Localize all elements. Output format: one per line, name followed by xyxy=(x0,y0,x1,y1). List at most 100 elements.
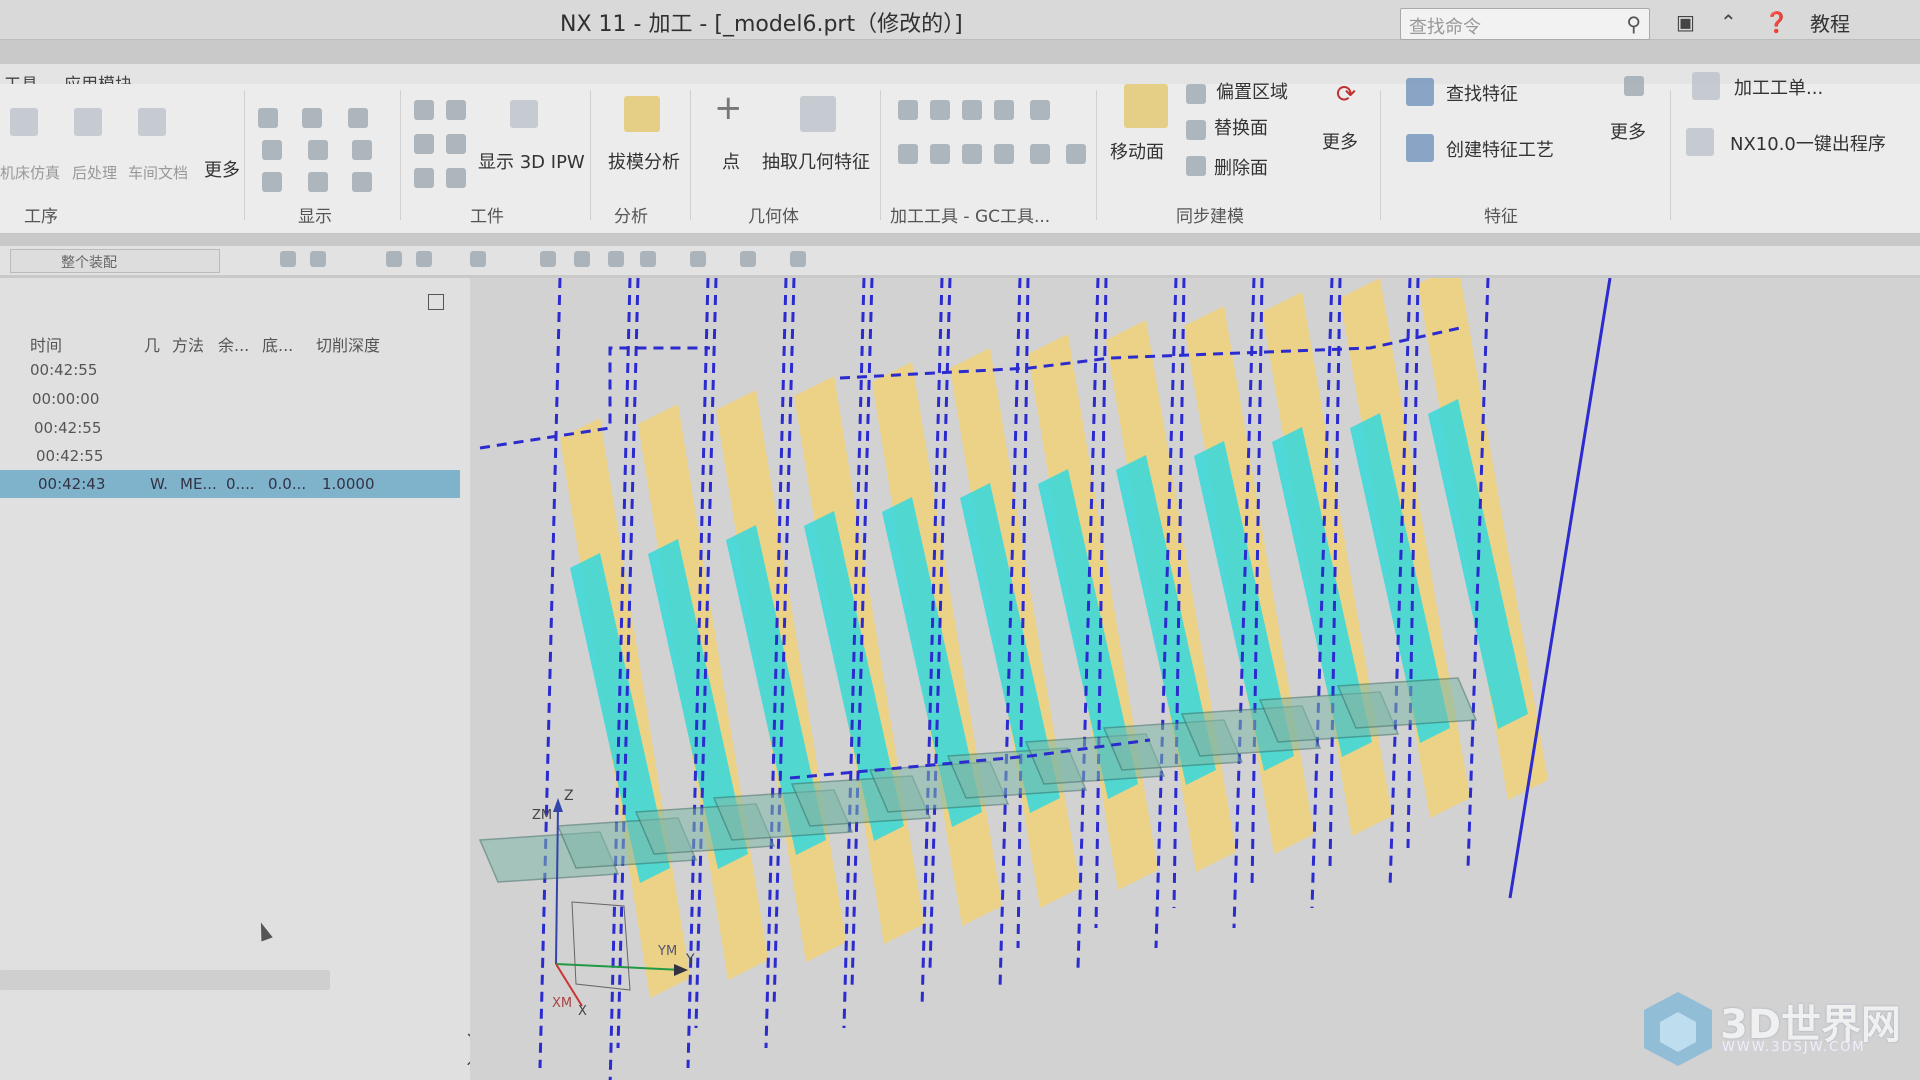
snap-icon-3[interactable] xyxy=(386,251,402,267)
display-icon-7[interactable] xyxy=(262,172,282,192)
snap-icon-2[interactable] xyxy=(310,251,326,267)
gc-icon-2[interactable] xyxy=(930,100,950,120)
circle-icon[interactable] xyxy=(308,172,328,192)
col-method[interactable]: 方法 xyxy=(172,332,204,356)
nx10-program-icon xyxy=(1686,128,1714,156)
move-face-icon[interactable] xyxy=(1124,84,1168,128)
row-time: 00:42:43 xyxy=(38,475,106,493)
group-feature: 特征 xyxy=(1484,207,1518,227)
display-icon-1[interactable] xyxy=(258,108,278,128)
table-row[interactable]: 00:42:55 xyxy=(0,442,460,470)
table-row[interactable]: 00:00:00 xyxy=(0,385,460,413)
gc-icon-7[interactable] xyxy=(930,144,950,164)
horizontal-scrollbar[interactable] xyxy=(0,970,330,990)
create-feature-process-button[interactable]: 创建特征工艺 xyxy=(1446,136,1554,162)
machining-sheet-icon xyxy=(1692,72,1720,100)
ipw-icon[interactable] xyxy=(510,100,538,128)
workpiece-icon-5[interactable] xyxy=(414,168,434,188)
row-time: 00:42:55 xyxy=(34,419,102,437)
draft-analysis-icon[interactable] xyxy=(624,96,660,132)
workpiece-icon-2[interactable] xyxy=(446,100,466,120)
view-icon-5[interactable] xyxy=(690,251,706,267)
extract-geometry-button[interactable]: 抽取几何特征 xyxy=(762,148,870,174)
postprocess-icon[interactable] xyxy=(74,108,102,136)
shop-doc-label: 车间文档 xyxy=(128,164,189,182)
watermark: 3D世界网 WWW.3DSJW.COM xyxy=(1640,990,1901,1066)
line-icon[interactable] xyxy=(352,172,372,192)
group-sync-modeling: 同步建模 xyxy=(1176,207,1244,227)
title-bar: NX 11 - 加工 - [_model6.prt（修改的）] 查找命令 ⚲ ▣… xyxy=(0,0,1920,40)
feature-icon-more[interactable] xyxy=(1624,76,1644,96)
find-feature-button[interactable]: 查找特征 xyxy=(1446,80,1518,106)
display-icon-4[interactable] xyxy=(262,140,282,160)
point-plus-icon[interactable]: + xyxy=(714,88,743,128)
snap-icon-4[interactable] xyxy=(416,251,432,267)
workpiece-icon-6[interactable] xyxy=(446,168,466,188)
row-time: 00:00:00 xyxy=(32,390,100,408)
machine-sim-icon[interactable] xyxy=(10,108,38,136)
row-stock: 0.... xyxy=(226,475,255,493)
extract-geometry-icon[interactable] xyxy=(800,96,836,132)
gc-icon-5[interactable] xyxy=(1030,100,1050,120)
row-geometry: W. xyxy=(150,475,168,493)
workpiece-icon-1[interactable] xyxy=(414,100,434,120)
graphics-window[interactable]: Z ZM YM Y XM X xyxy=(470,278,1920,1080)
wcs-triad: Z ZM YM Y XM X xyxy=(532,788,695,1019)
display-3d-ipw-button[interactable]: 显示 3D IPW xyxy=(478,148,585,174)
maximize-icon[interactable] xyxy=(428,294,444,310)
display-icon-2[interactable] xyxy=(302,108,322,128)
offset-region-button[interactable]: 偏置区域 xyxy=(1216,78,1288,104)
col-time[interactable]: 时间 xyxy=(30,332,62,356)
col-cut-depth[interactable]: 切削深度 xyxy=(316,332,380,356)
gc-icon-10[interactable] xyxy=(1030,144,1050,164)
snap-icon-5[interactable] xyxy=(470,251,486,267)
view-icon-6[interactable] xyxy=(740,251,756,267)
more-button-feature[interactable]: 更多 xyxy=(1610,118,1646,144)
col-stock[interactable]: 余... xyxy=(218,332,249,356)
view-icon-1[interactable] xyxy=(540,251,556,267)
point-button[interactable]: 点 xyxy=(722,148,740,174)
assembly-filter-select[interactable]: 整个装配 xyxy=(10,249,220,273)
col-floor[interactable]: 底... xyxy=(262,332,293,356)
gc-icon-4[interactable] xyxy=(994,100,1014,120)
group-geometry: 几何体 xyxy=(748,207,799,227)
delete-face-button[interactable]: 删除面 xyxy=(1214,154,1268,180)
help-icon[interactable]: ❓ xyxy=(1764,10,1789,34)
chevron-up-icon[interactable]: ⌃ xyxy=(1720,10,1737,34)
replace-face-button[interactable]: 替换面 xyxy=(1214,114,1268,140)
ribbon-options-icon[interactable]: ▣ xyxy=(1676,10,1695,34)
gc-icon-8[interactable] xyxy=(962,144,982,164)
display-icon-3[interactable] xyxy=(348,108,368,128)
gc-icon-11[interactable] xyxy=(1066,144,1086,164)
move-face-button[interactable]: 移动面 xyxy=(1110,138,1164,164)
snap-icon-1[interactable] xyxy=(280,251,296,267)
display-icon-6[interactable] xyxy=(352,140,372,160)
workpiece-icon-4[interactable] xyxy=(446,134,466,154)
curve-icon[interactable] xyxy=(308,140,328,160)
nx10-program-button[interactable]: NX10.0一键出程序 xyxy=(1730,130,1886,156)
draft-analysis-button[interactable]: 拔模分析 xyxy=(608,148,680,174)
table-row[interactable]: 00:42:55 xyxy=(0,356,460,384)
more-button-sync[interactable]: 更多 xyxy=(1322,128,1358,154)
gc-icon-1[interactable] xyxy=(898,100,918,120)
view-icon-3[interactable] xyxy=(608,251,624,267)
machining-sheet-button[interactable]: 加工工单... xyxy=(1734,74,1823,100)
view-icon-4[interactable] xyxy=(640,251,656,267)
table-row-selected[interactable]: 00:42:43 W. ME... 0.... 0.0... 1.0000 xyxy=(0,470,460,498)
search-icon[interactable]: ⚲ xyxy=(1626,12,1641,36)
gc-icon-9[interactable] xyxy=(994,144,1014,164)
view-icon-2[interactable] xyxy=(574,251,590,267)
machine-sim-label: 机床仿真 xyxy=(0,164,61,182)
tutorial-link[interactable]: 教程 xyxy=(1810,8,1850,37)
col-geometry[interactable]: 几 xyxy=(144,332,160,356)
gc-icon-6[interactable] xyxy=(898,144,918,164)
shop-doc-icon[interactable] xyxy=(138,108,166,136)
view-icon-7[interactable] xyxy=(790,251,806,267)
command-search-input[interactable]: 查找命令 ⚲ xyxy=(1400,8,1650,40)
refresh-icon[interactable]: ⟳ xyxy=(1336,80,1356,108)
more-button-left[interactable]: 更多 xyxy=(204,156,240,182)
search-placeholder: 查找命令 xyxy=(1409,17,1481,38)
table-row[interactable]: 00:42:55 xyxy=(0,414,460,442)
workpiece-icon-3[interactable] xyxy=(414,134,434,154)
gc-icon-3[interactable] xyxy=(962,100,982,120)
